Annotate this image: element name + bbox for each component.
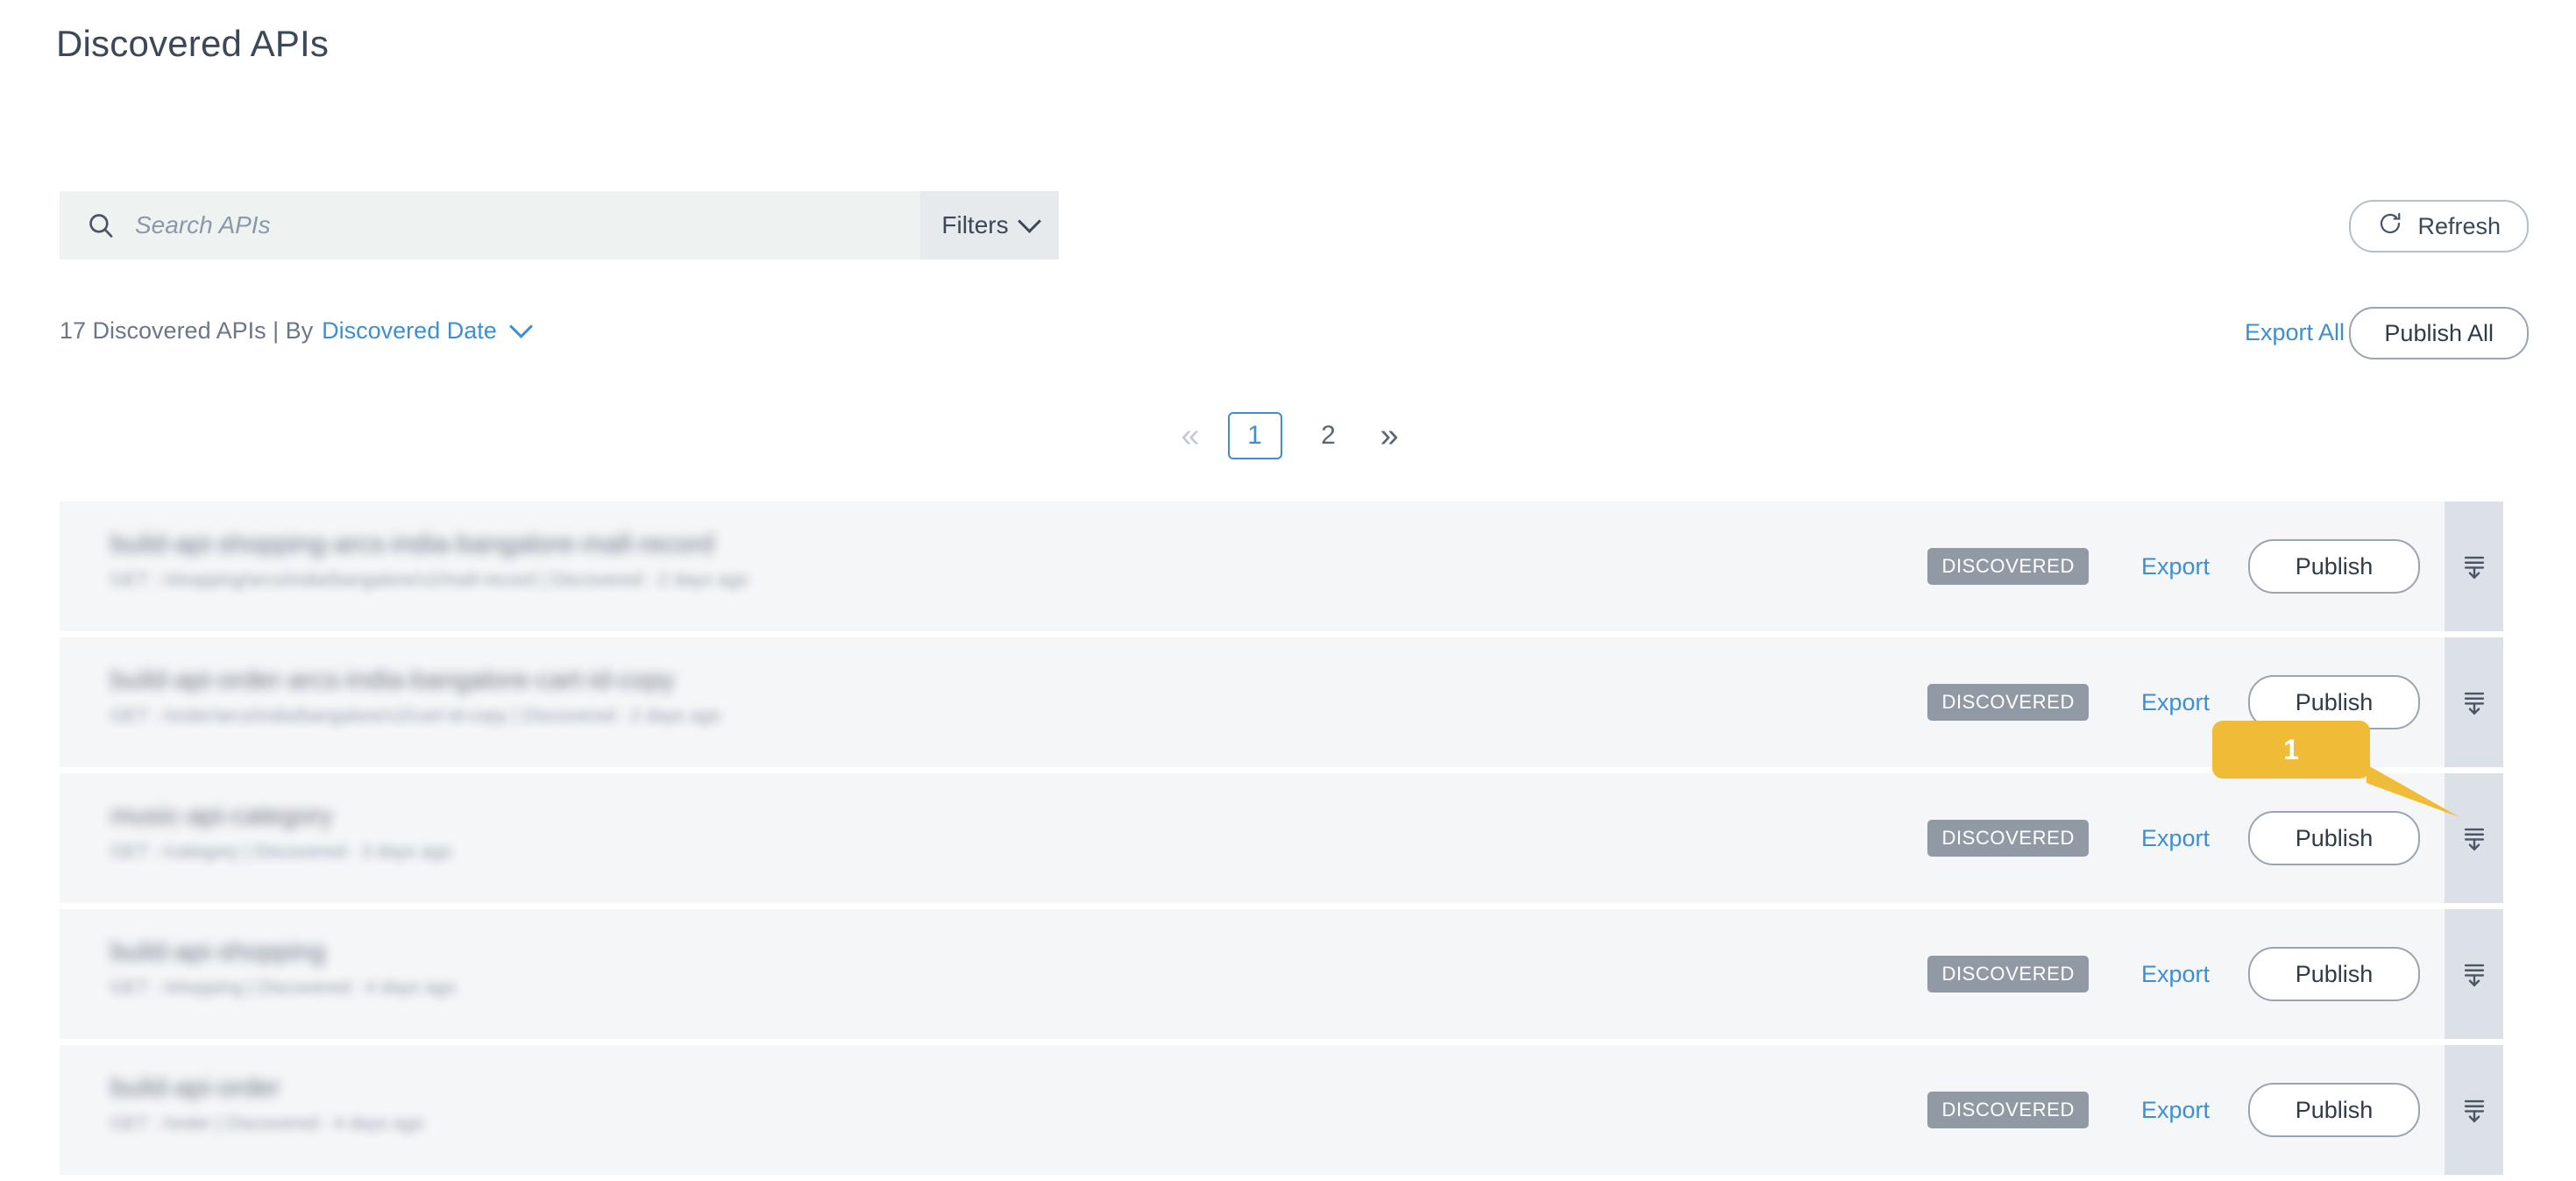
api-list: build-api-shopping-arcs-india-bangalore-… xyxy=(60,502,2503,1181)
api-name: music-api-category xyxy=(110,801,333,830)
status-badge: DISCOVERED xyxy=(1927,956,2089,992)
status-badge: DISCOVERED xyxy=(1927,548,2089,585)
export-link[interactable]: Export xyxy=(2141,1097,2210,1124)
pagination: « 1 2 » xyxy=(0,412,2576,459)
table-row[interactable]: build-api-order GET : /order | Discovere… xyxy=(60,1045,2503,1175)
api-name: build-api-order xyxy=(110,1073,280,1102)
search-input[interactable] xyxy=(135,211,920,239)
collapse-down-icon[interactable] xyxy=(2445,1045,2503,1175)
page-number-2[interactable]: 2 xyxy=(1309,414,1349,458)
api-details: GET : /order/arcs/india/bangalore/v2/car… xyxy=(110,706,721,726)
publish-all-button[interactable]: Publish All xyxy=(2349,307,2529,359)
publish-button[interactable]: Publish xyxy=(2248,947,2420,1001)
status-badge: DISCOVERED xyxy=(1927,684,2089,721)
api-row-actions: DISCOVERED Export Publish xyxy=(1927,1045,2445,1175)
api-row-actions: DISCOVERED Export Publish xyxy=(1927,637,2445,767)
collapse-down-icon[interactable] xyxy=(2445,637,2503,767)
sort-by-dropdown[interactable]: Discovered Date xyxy=(322,317,497,345)
page-number-1[interactable]: 1 xyxy=(1227,412,1282,459)
collapse-down-icon[interactable] xyxy=(2445,502,2503,631)
publish-button[interactable]: Publish xyxy=(2248,539,2420,594)
export-link[interactable]: Export xyxy=(2141,689,2210,716)
sort-chevron-down-icon[interactable] xyxy=(508,315,533,339)
filters-label: Filters xyxy=(941,211,1009,238)
api-row-info: build-api-shopping-arcs-india-bangalore-… xyxy=(110,530,749,591)
api-row-actions: DISCOVERED Export Publish xyxy=(1927,502,2445,631)
chevron-down-icon xyxy=(1017,209,1041,233)
export-all-link[interactable]: Export All xyxy=(2245,319,2345,346)
filters-button[interactable]: Filters xyxy=(920,191,1059,260)
api-row-info: build-api-order-arcs-india-bangalore-car… xyxy=(110,665,720,727)
table-row[interactable]: build-api-shopping GET : /shopping | Dis… xyxy=(60,909,2503,1039)
double-chevron-right-icon[interactable]: » xyxy=(1375,416,1401,456)
status-badge: DISCOVERED xyxy=(1927,1092,2089,1128)
results-count: 17 Discovered APIs | By xyxy=(60,317,314,344)
api-row-info: build-api-order GET : /order | Discovere… xyxy=(110,1073,424,1135)
search-field[interactable] xyxy=(60,191,920,260)
export-link[interactable]: Export xyxy=(2141,553,2210,580)
table-row[interactable]: music-api-category GET : /category | Dis… xyxy=(60,773,2503,903)
api-name: build-api-shopping-arcs-india-bangalore-… xyxy=(110,530,714,558)
status-badge: DISCOVERED xyxy=(1927,820,2089,857)
refresh-label: Refresh xyxy=(2417,212,2501,239)
table-row[interactable]: build-api-shopping-arcs-india-bangalore-… xyxy=(60,502,2503,631)
refresh-button[interactable]: Refresh xyxy=(2349,200,2529,253)
api-row-info: music-api-category GET : /category | Dis… xyxy=(110,801,451,863)
api-row-actions: DISCOVERED Export Publish xyxy=(1927,909,2445,1039)
publish-button[interactable]: Publish xyxy=(2248,1083,2420,1137)
results-meta: 17 Discovered APIs | By Discovered Date xyxy=(60,315,533,345)
api-details: GET : /category | Discovered : 3 days ag… xyxy=(110,842,452,862)
collapse-down-icon[interactable] xyxy=(2445,773,2503,903)
api-name: build-api-shopping xyxy=(110,937,326,966)
collapse-down-icon[interactable] xyxy=(2445,909,2503,1039)
export-link[interactable]: Export xyxy=(2141,825,2210,852)
table-row[interactable]: build-api-order-arcs-india-bangalore-car… xyxy=(60,637,2503,767)
search-row: Filters xyxy=(60,191,1059,260)
api-row-info: build-api-shopping GET : /shopping | Dis… xyxy=(110,937,456,999)
publish-button[interactable]: Publish xyxy=(2248,811,2420,865)
api-row-actions: DISCOVERED Export Publish xyxy=(1927,773,2445,903)
api-details: GET : /order | Discovered : 4 days ago xyxy=(110,1113,424,1134)
search-icon xyxy=(86,210,116,240)
publish-button[interactable]: Publish xyxy=(2248,675,2420,729)
api-details: GET : /shopping | Discovered : 4 days ag… xyxy=(110,978,456,998)
double-chevron-left-icon[interactable]: « xyxy=(1175,416,1201,456)
page-title: Discovered APIs xyxy=(56,23,330,64)
api-details: GET : /shopping/arcs/india/bangalore/v2/… xyxy=(110,570,749,590)
export-link[interactable]: Export xyxy=(2141,961,2210,988)
refresh-icon xyxy=(2377,210,2403,243)
api-name: build-api-order-arcs-india-bangalore-car… xyxy=(110,665,675,694)
